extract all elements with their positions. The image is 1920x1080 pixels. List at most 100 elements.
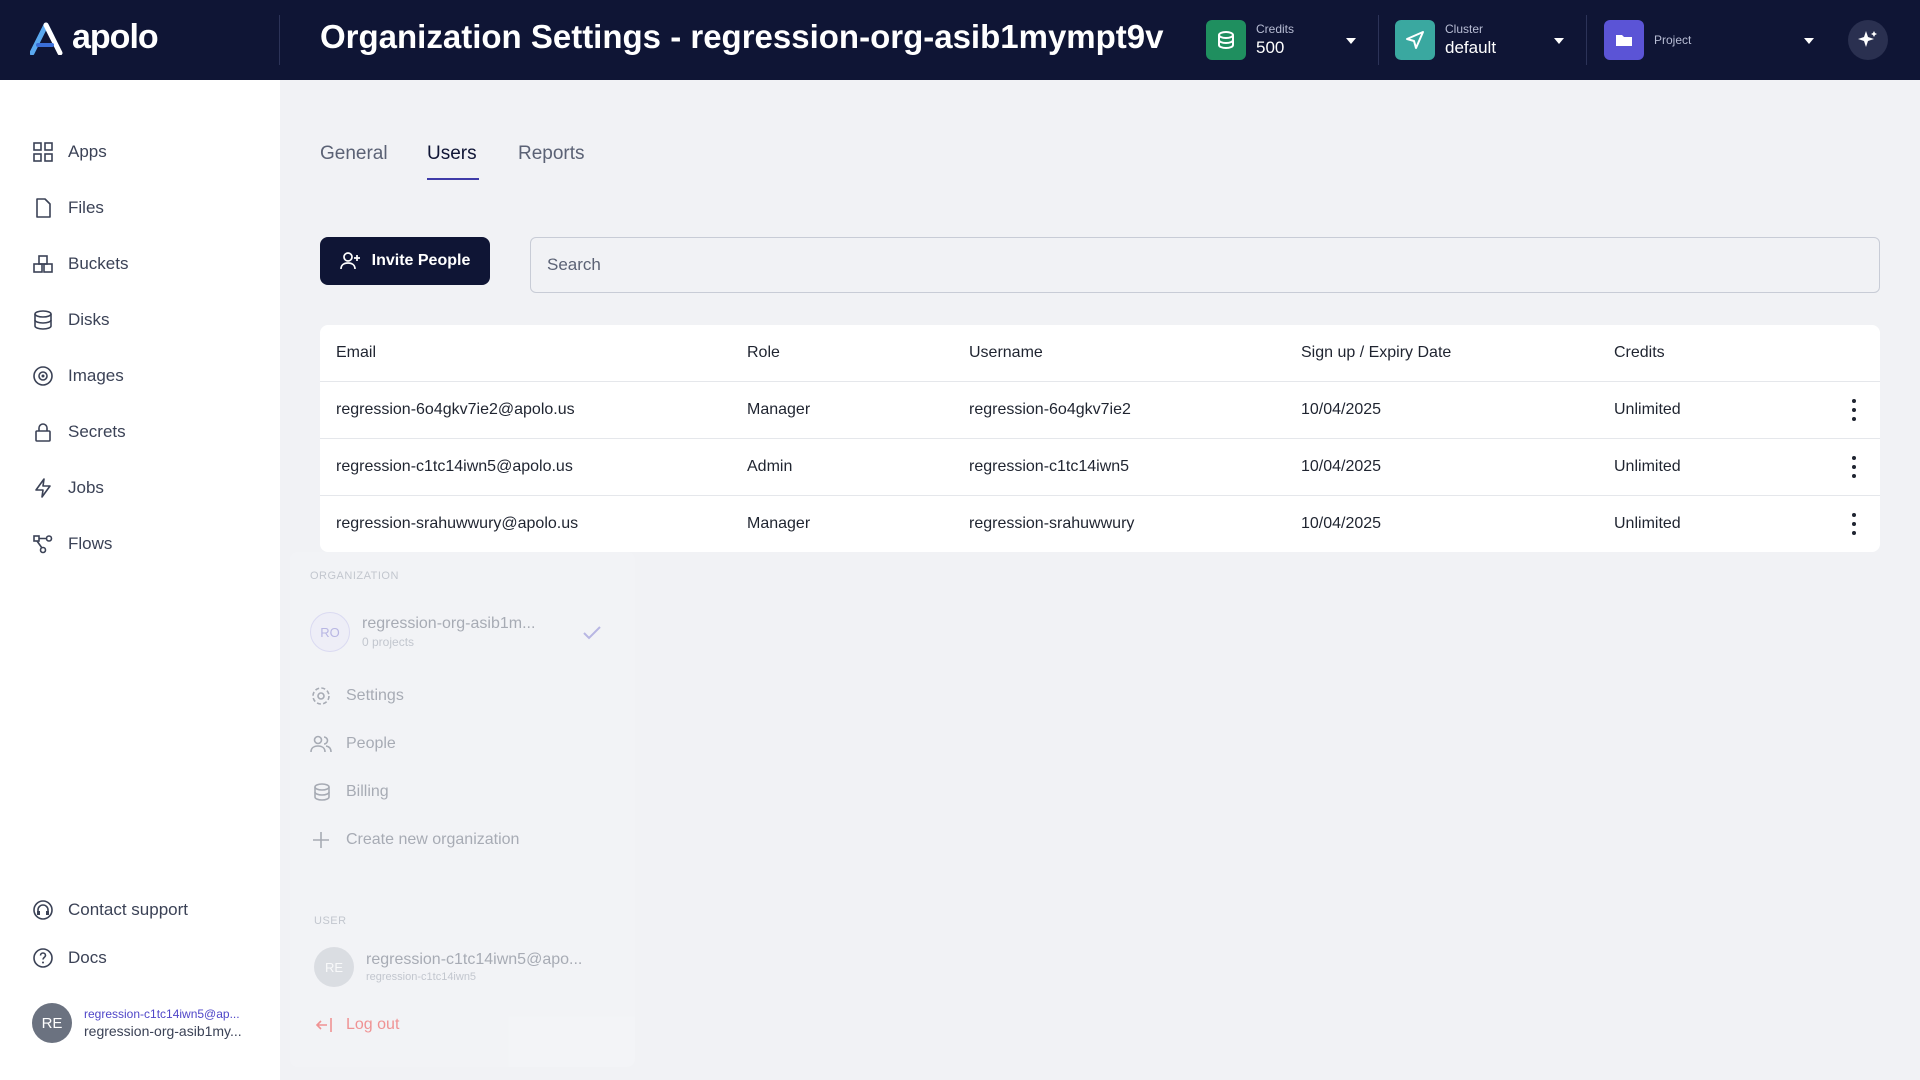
- active-tab-indicator: [427, 178, 479, 180]
- sidebar-item-label: Disks: [68, 310, 110, 329]
- sidebar-item-secrets[interactable]: Secrets: [32, 418, 126, 446]
- sidebar-item-flows[interactable]: Flows: [32, 530, 112, 558]
- more-options-icon[interactable]: [1850, 399, 1858, 421]
- top-bar: apolo Organization Settings - regression…: [0, 0, 1920, 80]
- org-menu-settings-label: Settings: [346, 687, 404, 704]
- user-org: regression-org-asib1my...: [84, 1023, 242, 1039]
- org-menu-people-label: People: [346, 735, 396, 752]
- headset-icon: [33, 900, 53, 920]
- apps-icon: [33, 142, 53, 162]
- sidebar-item-label: Jobs: [68, 478, 104, 497]
- cell-role: Manager: [747, 401, 811, 418]
- flow-icon: [33, 535, 53, 554]
- tab-general[interactable]: General: [320, 143, 388, 165]
- search-input[interactable]: [530, 237, 1880, 293]
- table-row[interactable]: regression-6o4gkv7ie2@apolo.us Manager r…: [320, 382, 1880, 439]
- sidebar-item-label: Secrets: [68, 422, 126, 441]
- org-name: regression-org-asib1m...: [362, 615, 536, 632]
- org-menu-people[interactable]: People: [310, 733, 396, 755]
- coins-icon: [1206, 20, 1246, 60]
- contact-support-link[interactable]: Contact support: [32, 896, 188, 924]
- sidebar-item-disks[interactable]: Disks: [32, 306, 110, 334]
- ai-assistant-button[interactable]: [1848, 20, 1888, 60]
- cluster-label: Cluster: [1445, 22, 1484, 36]
- project-label: Project: [1654, 33, 1692, 47]
- chevron-down-icon: [1804, 38, 1814, 44]
- sidebar-item-jobs[interactable]: Jobs: [32, 474, 104, 502]
- page-title: Organization Settings - regression-org-a…: [320, 18, 1164, 55]
- contact-support-label: Contact support: [68, 900, 189, 919]
- sidebar-item-label: Buckets: [68, 254, 129, 273]
- more-options-icon[interactable]: [1850, 513, 1858, 535]
- apolo-logo-icon: [30, 22, 63, 55]
- user-avatar: RE: [314, 947, 354, 987]
- invite-people-button[interactable]: Invite People: [320, 237, 490, 285]
- org-menu-settings[interactable]: Settings: [310, 685, 404, 707]
- cell-username: regression-srahuwwury: [969, 515, 1135, 532]
- add-user-icon: [339, 252, 360, 270]
- chevron-down-icon: [1554, 38, 1564, 44]
- users-table: Email Role Username Sign up / Expiry Dat…: [320, 325, 1880, 552]
- sidebar: Apps Files Buckets Disks Images Secrets …: [0, 80, 280, 1080]
- image-icon: [33, 366, 53, 386]
- user-email: regression-c1tc14iwn5@apo...: [366, 951, 583, 968]
- table-row[interactable]: regression-c1tc14iwn5@apolo.us Admin reg…: [320, 439, 1880, 496]
- tab-users[interactable]: Users: [427, 143, 477, 165]
- tab-reports[interactable]: Reports: [518, 143, 585, 165]
- credits-value: 500: [1256, 38, 1285, 57]
- create-organization-button[interactable]: Create new organization: [310, 829, 519, 851]
- folder-icon: [1604, 20, 1644, 60]
- gear-icon: [312, 687, 330, 705]
- docs-link[interactable]: Docs: [32, 944, 107, 972]
- lock-icon: [35, 423, 51, 442]
- sidebar-item-label: Files: [68, 198, 104, 217]
- table-row[interactable]: regression-srahuwwury@apolo.us Manager r…: [320, 496, 1880, 553]
- sidebar-item-label: Flows: [68, 534, 113, 553]
- cell-date: 10/04/2025: [1301, 401, 1382, 418]
- sparkle-icon: [1858, 31, 1877, 47]
- cluster-selector[interactable]: Cluster default: [1395, 20, 1565, 60]
- bucket-icon: [33, 255, 53, 273]
- more-options-icon[interactable]: [1850, 456, 1858, 478]
- credits-selector[interactable]: Credits 500: [1206, 20, 1396, 60]
- bolt-icon: [35, 478, 51, 498]
- people-icon: [310, 735, 332, 753]
- cell-date: 10/04/2025: [1301, 515, 1382, 532]
- coins-icon: [314, 783, 330, 801]
- logout-label: Log out: [346, 1016, 400, 1033]
- help-icon: [33, 948, 53, 968]
- sidebar-item-buckets[interactable]: Buckets: [32, 250, 128, 278]
- organization-item[interactable]: RO regression-org-asib1m... 0 projects: [310, 612, 535, 652]
- column-header-date: Sign up / Expiry Date: [1301, 344, 1452, 361]
- user-email: regression-c1tc14iwn5@ap...: [84, 1007, 240, 1021]
- file-icon: [36, 198, 51, 218]
- column-header-role: Role: [747, 344, 780, 361]
- user-menu-button[interactable]: RE regression-c1tc14iwn5@ap... regressio…: [32, 1003, 242, 1043]
- sidebar-item-images[interactable]: Images: [32, 362, 124, 390]
- divider: [1586, 15, 1587, 65]
- org-projects-count: 0 projects: [362, 635, 415, 649]
- project-selector[interactable]: Project: [1604, 20, 1814, 60]
- avatar: RE: [32, 1003, 72, 1043]
- sidebar-item-label: Images: [68, 366, 124, 385]
- column-header-credits: Credits: [1614, 344, 1665, 361]
- chevron-down-icon: [1346, 38, 1356, 44]
- logout-button[interactable]: Log out: [314, 1015, 399, 1035]
- sidebar-item-apps[interactable]: Apps: [32, 138, 107, 166]
- org-menu-user: RE regression-c1tc14iwn5@apo... regressi…: [314, 947, 582, 987]
- org-avatar: RO: [310, 612, 350, 652]
- cell-email: regression-srahuwwury@apolo.us: [336, 515, 579, 532]
- cell-username: regression-6o4gkv7ie2: [969, 401, 1131, 418]
- send-icon: [1395, 20, 1435, 60]
- divider: [279, 15, 280, 65]
- apolo-logo[interactable]: apolo: [30, 18, 159, 57]
- cell-email: regression-c1tc14iwn5@apolo.us: [336, 458, 573, 475]
- cell-username: regression-c1tc14iwn5: [969, 458, 1130, 475]
- cell-role: Admin: [747, 458, 793, 475]
- org-menu-billing[interactable]: Billing: [310, 781, 389, 803]
- cell-credits: Unlimited: [1614, 515, 1681, 532]
- divider: [1378, 15, 1379, 65]
- logo-text: apolo: [72, 18, 159, 56]
- cell-date: 10/04/2025: [1301, 458, 1382, 475]
- sidebar-item-files[interactable]: Files: [32, 194, 104, 222]
